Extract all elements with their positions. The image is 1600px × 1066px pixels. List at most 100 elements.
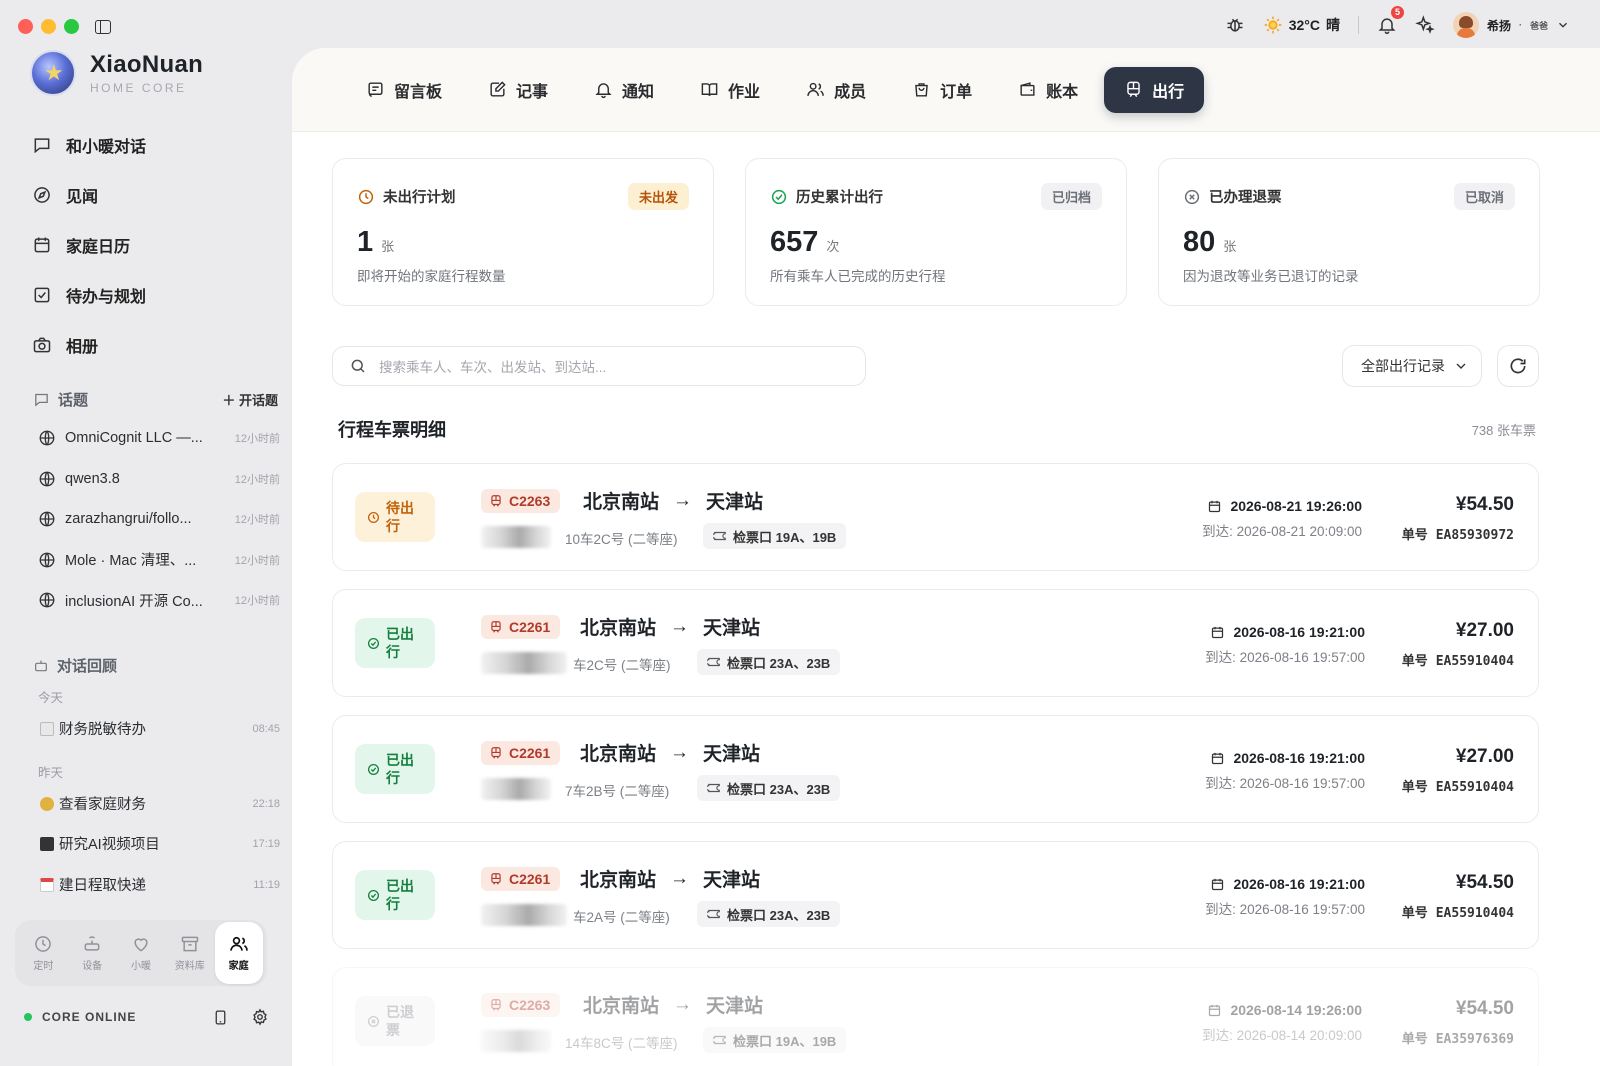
- tab-ledger[interactable]: 账本: [998, 67, 1098, 113]
- notification-badge: 5: [1390, 6, 1404, 19]
- sidebar-item-calendar[interactable]: 家庭日历: [32, 220, 277, 270]
- review-time: 22:18: [252, 797, 280, 810]
- weather-desc: 晴: [1325, 17, 1340, 33]
- memo-icon: [40, 721, 54, 736]
- topics-title: 话题: [58, 392, 89, 409]
- list-item[interactable]: 财务脱敏待办 08:45: [40, 718, 280, 739]
- bug-icon[interactable]: [1225, 15, 1245, 35]
- list-item[interactable]: 研究AI视频项目 17:19: [40, 833, 280, 854]
- sidebar-item-chat[interactable]: 和小暖对话: [32, 120, 277, 170]
- clock-icon: [358, 189, 374, 204]
- ticket-card[interactable]: 已出行 C2261 北京南站 → 天津站 7车2B号 (二等座) 检票口 23A…: [332, 715, 1539, 823]
- tab-notes[interactable]: 记事: [468, 67, 568, 113]
- ticket-card[interactable]: 待出行 C2263 北京南站 → 天津站 10车2C号 (二等座) 检票口 19…: [332, 463, 1539, 571]
- user-role: 爸爸: [1529, 20, 1548, 31]
- stat-unit: 次: [826, 239, 840, 254]
- from-station: 北京南站: [583, 492, 660, 513]
- tab-orders[interactable]: 订单: [892, 67, 992, 113]
- topic-time: 12小时前: [234, 595, 280, 608]
- note-icon: [490, 81, 506, 97]
- ticket-price: ¥54.50: [1455, 872, 1514, 893]
- sparkle-icon[interactable]: [1415, 15, 1435, 35]
- dock-item-library[interactable]: 资料库: [166, 922, 214, 984]
- order-number: 单号 EA35976369: [1402, 1028, 1514, 1047]
- seat-info: 10车2C号 (二等座): [565, 532, 678, 547]
- seat-info: 车2C号 (二等座): [573, 658, 671, 673]
- refresh-button[interactable]: [1497, 345, 1539, 387]
- to-station: 天津站: [703, 870, 761, 891]
- stat-desc: 即将开始的家庭行程数量: [357, 269, 506, 284]
- stat-title: 历史累计出行: [796, 190, 883, 206]
- tab-message-board[interactable]: 留言板: [346, 67, 462, 113]
- ticket-status: 待出行: [386, 500, 414, 534]
- to-station: 天津站: [703, 744, 761, 765]
- sidebar-item-album[interactable]: 相册: [32, 320, 277, 370]
- list-item[interactable]: inclusionAI 开源 Co... 12小时前: [38, 580, 280, 621]
- arrival-time: 到达: 2026-08-14 20:09:00: [1202, 1028, 1362, 1043]
- redacted-passenger: [481, 778, 551, 800]
- review-title: 财务脱敏待办: [59, 722, 146, 738]
- stat-unit: 张: [1223, 239, 1237, 254]
- tab-homework[interactable]: 作业: [680, 67, 780, 113]
- tablet-icon[interactable]: [212, 1009, 229, 1026]
- user-menu[interactable]: 希扬 · 爸爸: [1452, 12, 1570, 38]
- filter-select[interactable]: 全部出行记录: [1342, 345, 1482, 387]
- gear-icon[interactable]: [251, 1008, 269, 1026]
- dock-item-timer[interactable]: 定时: [19, 922, 67, 984]
- tab-members[interactable]: 成员: [786, 67, 886, 113]
- stat-card-upcoming: 未出行计划 未出发 1张 即将开始的家庭行程数量: [332, 158, 714, 306]
- departure-value: 2026-08-16 19:21:00: [1233, 750, 1365, 766]
- list-item[interactable]: 建日程取快递 11:19: [40, 874, 280, 895]
- review-time: 08:45: [252, 722, 280, 735]
- departure-value: 2026-08-16 19:21:00: [1233, 624, 1365, 640]
- list-item[interactable]: qwen3.8 12小时前: [38, 459, 280, 500]
- from-station: 北京南站: [583, 996, 660, 1017]
- from-station: 北京南站: [580, 744, 657, 765]
- notifications-button[interactable]: 5: [1377, 6, 1404, 35]
- sidebar-item-discover[interactable]: 见闻: [32, 170, 277, 220]
- arrow-right-icon: →: [670, 615, 690, 637]
- brand-logo: [30, 50, 76, 96]
- tab-label: 作业: [728, 83, 761, 101]
- train-number-badge: C2263: [481, 489, 561, 513]
- stat-card-refund: 已办理退票 已取消 80 张 因为退改等业务已退订的记录: [1158, 158, 1540, 306]
- train-number: C2261: [509, 871, 551, 887]
- order-value: EA55910404: [1435, 780, 1514, 795]
- status-badge: 已出行: [355, 744, 435, 794]
- calendar-icon: [1212, 878, 1224, 890]
- ticket-card[interactable]: 已出行 C2261 北京南站 → 天津站 车2C号 (二等座) 检票口 23A、…: [332, 589, 1539, 697]
- ticket-card[interactable]: 已出行 C2261 北京南站 → 天津站 车2A号 (二等座) 检票口 23A、…: [332, 841, 1539, 949]
- list-item[interactable]: Mole · Mac 清理、... 12小时前: [38, 540, 280, 581]
- list-item[interactable]: OmniCognit LLC —... 12小时前: [38, 418, 280, 459]
- dock-item-devices[interactable]: 设备: [68, 922, 116, 984]
- new-topic-button[interactable]: ＋ 开话题: [222, 390, 278, 409]
- train-number-badge: C2261: [481, 867, 561, 891]
- weather-temp: 32°C: [1288, 17, 1320, 33]
- search-icon: [351, 359, 365, 373]
- sidebar: XiaoNuan HOME CORE 和小暖对话 见闻 家庭日历 待办与规划 相…: [0, 0, 292, 1066]
- topic-title: inclusionAI 开源 Co...: [65, 593, 203, 610]
- redacted-passenger: [481, 526, 551, 548]
- order-number: 单号 EA55910404: [1402, 650, 1514, 669]
- dock-item-xiaonuan[interactable]: 小暖: [117, 922, 165, 984]
- train-number-badge: C2263: [481, 993, 561, 1017]
- tab-notifications[interactable]: 通知: [574, 67, 674, 113]
- search-input[interactable]: 搜索乘车人、车次、出发站、到达站...: [332, 346, 866, 386]
- chevron-down-icon: [1456, 363, 1466, 369]
- weather-widget[interactable]: 32°C 晴: [1263, 15, 1340, 35]
- ticket-card[interactable]: 已退票 C2263 北京南站 → 天津站 14车8C号 (二等座) 检票口 19…: [332, 967, 1539, 1066]
- tab-label: 账本: [1046, 83, 1079, 101]
- list-item[interactable]: zarazhangrui/follo... 12小时前: [38, 499, 280, 540]
- wallet-icon: [1020, 82, 1035, 96]
- ticket-price: ¥54.50: [1455, 494, 1514, 515]
- sidebar-item-todo[interactable]: 待办与规划: [32, 270, 277, 320]
- check-circle-icon: [367, 763, 380, 775]
- calendar-icon: [1209, 500, 1221, 512]
- dock-item-family[interactable]: 家庭: [214, 922, 263, 984]
- check-circle-icon: [367, 637, 380, 649]
- list-item[interactable]: 查看家庭财务 22:18: [40, 793, 280, 814]
- order-label: 单号: [1401, 653, 1428, 668]
- clock-icon: [35, 936, 52, 952]
- tab-travel[interactable]: 出行: [1104, 66, 1205, 113]
- departure-time: 2026-08-21 19:26:00: [1207, 498, 1362, 514]
